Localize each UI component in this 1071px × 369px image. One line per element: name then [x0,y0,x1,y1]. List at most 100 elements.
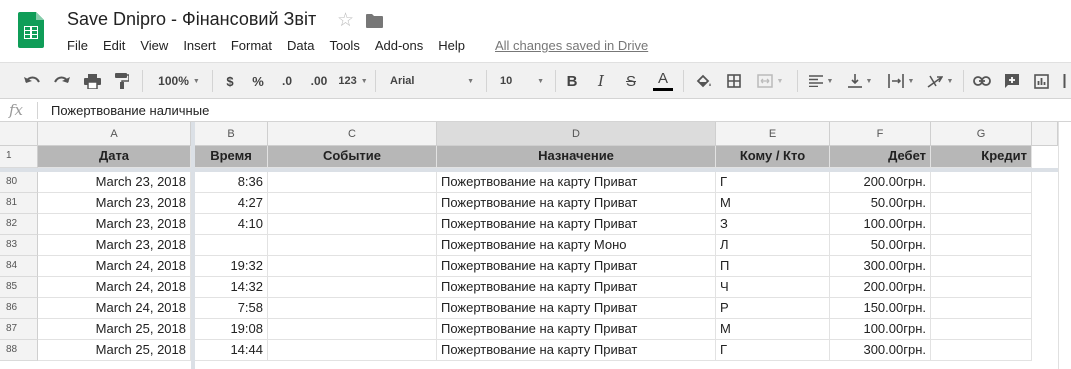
document-title[interactable]: Save Dnipro - Фінансовий Звіт [67,9,316,30]
increase-decimals-button[interactable]: .00 [304,63,334,99]
cell-date[interactable]: March 23, 2018 [38,172,191,193]
cell-credit[interactable] [931,172,1032,193]
cell-debit[interactable]: 200.00грн. [830,172,931,193]
menu-format[interactable]: Format [231,38,272,53]
chart-icon[interactable] [1028,63,1054,99]
percent-format-button[interactable]: % [246,63,270,99]
cell-date[interactable]: March 24, 2018 [38,298,191,319]
frozen-column-divider[interactable] [191,122,195,369]
cell-credit[interactable] [931,298,1032,319]
cell-purpose[interactable]: Пожертвование на карту Приват [437,214,716,235]
cell-who[interactable]: М [716,193,830,214]
bold-button[interactable]: B [561,63,583,99]
header-cell-who[interactable]: Кому / Кто [716,146,830,168]
horizontal-align-icon[interactable]: ▼ [804,63,838,99]
row-header[interactable]: 82 [0,214,38,235]
row-header[interactable]: 87 [0,319,38,340]
vertical-scrollbar[interactable] [1058,122,1071,369]
cell-who[interactable]: З [716,214,830,235]
cell-who[interactable]: М [716,319,830,340]
cell-credit[interactable] [931,256,1032,277]
column-header-d[interactable]: D [437,122,716,146]
header-cell-debit[interactable]: Дебет [830,146,931,168]
cell-purpose[interactable]: Пожертвование на карту Приват [437,277,716,298]
cell-date[interactable]: March 23, 2018 [38,214,191,235]
cell-purpose[interactable]: Пожертвование на карту Приват [437,319,716,340]
column-header-e[interactable]: E [716,122,830,146]
cell-time[interactable]: 8:36 [195,172,268,193]
strikethrough-button[interactable]: S [620,63,642,99]
header-cell-credit[interactable]: Кредит [931,146,1032,168]
row-header[interactable]: 80 [0,172,38,193]
formula-input[interactable]: Пожертвование наличные [51,103,209,118]
row-header[interactable]: 84 [0,256,38,277]
menu-file[interactable]: File [67,38,88,53]
cell-debit[interactable]: 200.00грн. [830,277,931,298]
cell-purpose[interactable]: Пожертвование на карту Приват [437,298,716,319]
cell-date[interactable]: March 23, 2018 [38,193,191,214]
cell-credit[interactable] [931,235,1032,256]
cell-credit[interactable] [931,214,1032,235]
header-cell-purpose[interactable]: Назначение [437,146,716,168]
cell-time[interactable]: 19:32 [195,256,268,277]
menu-tools[interactable]: Tools [329,38,359,53]
header-cell-date[interactable]: Дата [38,146,191,168]
cell-time[interactable]: 14:32 [195,277,268,298]
print-icon[interactable] [78,63,106,99]
row-header[interactable]: 88 [0,340,38,361]
cell-date[interactable]: March 24, 2018 [38,277,191,298]
cell-time[interactable]: 4:27 [195,193,268,214]
cell-event[interactable] [268,277,437,298]
cell-event[interactable] [268,256,437,277]
decrease-decimals-button[interactable]: .0 [275,63,299,99]
cell-who[interactable]: Г [716,340,830,361]
redo-icon[interactable] [48,63,76,99]
cell-event[interactable] [268,298,437,319]
cell-date[interactable]: March 24, 2018 [38,256,191,277]
header-cell-event[interactable]: Событие [268,146,437,168]
row-header[interactable]: 85 [0,277,38,298]
cell-debit[interactable]: 100.00грн. [830,214,931,235]
undo-icon[interactable] [18,63,46,99]
cell-event[interactable] [268,193,437,214]
font-size-select[interactable]: 10 ▼ [492,63,552,99]
cell-time[interactable]: 7:58 [195,298,268,319]
more-formats-select[interactable]: 123 ▼ [336,63,370,99]
menu-data[interactable]: Data [287,38,314,53]
row-header-1[interactable]: 1 [0,146,38,168]
cell-purpose[interactable]: Пожертвование на карту Приват [437,256,716,277]
cell-debit[interactable]: 300.00грн. [830,340,931,361]
cell-date[interactable]: March 25, 2018 [38,340,191,361]
cell-event[interactable] [268,340,437,361]
borders-icon[interactable] [722,63,746,99]
cell-purpose[interactable]: Пожертвование на карту Приват [437,193,716,214]
cell-who[interactable]: Г [716,172,830,193]
star-icon[interactable]: ☆ [337,9,354,32]
column-header-c[interactable]: C [268,122,437,146]
cell-date[interactable]: March 25, 2018 [38,319,191,340]
currency-format-button[interactable]: $ [218,63,242,99]
cell-purpose[interactable]: Пожертвование на карту Моно [437,235,716,256]
link-icon[interactable] [969,63,995,99]
menu-insert[interactable]: Insert [183,38,216,53]
cell-credit[interactable] [931,319,1032,340]
text-color-button[interactable]: A [651,63,675,99]
row-header[interactable]: 81 [0,193,38,214]
cell-credit[interactable] [931,277,1032,298]
cell-date[interactable]: March 23, 2018 [38,235,191,256]
cell-time[interactable] [195,235,268,256]
cell-debit[interactable]: 50.00грн. [830,235,931,256]
cell-debit[interactable]: 300.00грн. [830,256,931,277]
cell-time[interactable]: 14:44 [195,340,268,361]
cell-event[interactable] [268,319,437,340]
menu-help[interactable]: Help [438,38,465,53]
menu-addons[interactable]: Add-ons [375,38,423,53]
more-icon[interactable] [1058,63,1071,99]
column-header-f[interactable]: F [830,122,931,146]
cell-event[interactable] [268,235,437,256]
cell-purpose[interactable]: Пожертвование на карту Приват [437,172,716,193]
column-header-a[interactable]: A [38,122,191,146]
cell-credit[interactable] [931,193,1032,214]
merge-cells-icon[interactable]: ▼ [752,63,788,99]
row-header[interactable]: 86 [0,298,38,319]
